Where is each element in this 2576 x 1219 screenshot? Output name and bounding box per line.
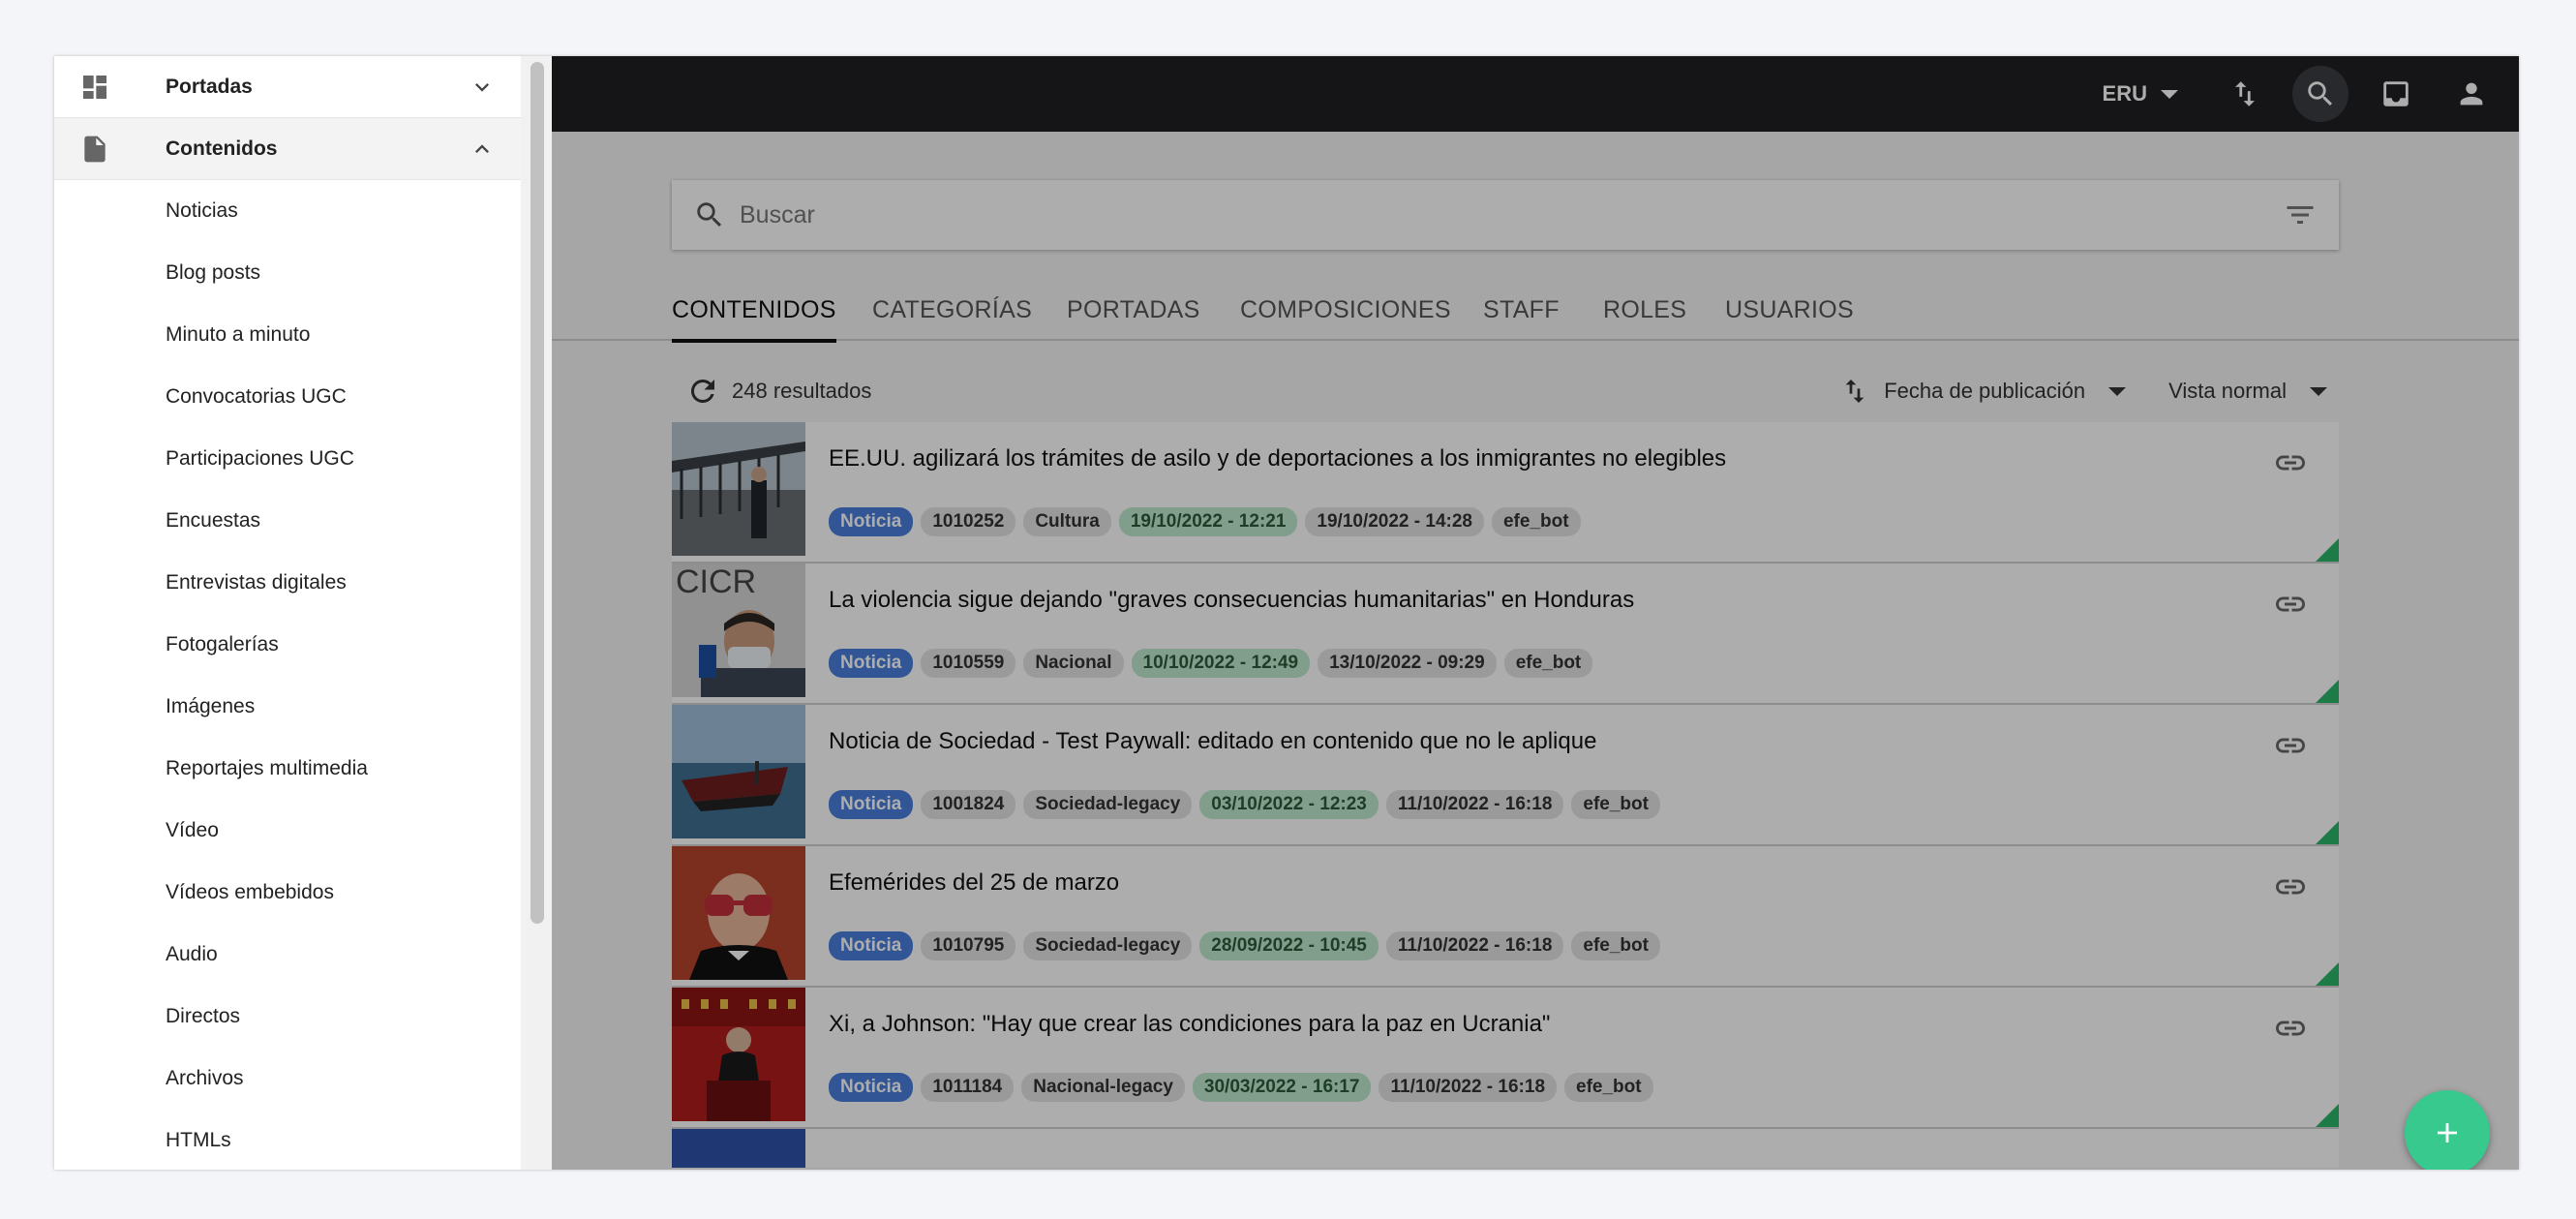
- document-icon: [84, 136, 106, 163]
- drawer-item-minuto-a-minuto[interactable]: Minuto a minuto: [54, 304, 521, 366]
- drawer-item-video[interactable]: Vídeo: [54, 800, 521, 862]
- drawer-item-directos[interactable]: Directos: [54, 986, 521, 1048]
- drawer-section-portadas[interactable]: Portadas: [54, 56, 521, 118]
- drawer-item-htmls[interactable]: HTMLs: [54, 1110, 521, 1170]
- drawer-item-videos-embebidos[interactable]: Vídeos embebidos: [54, 862, 521, 924]
- drawer-section-label: Contenidos: [166, 137, 278, 160]
- drawer-item-blog-posts[interactable]: Blog posts: [54, 242, 521, 304]
- drawer-scrollbar[interactable]: [521, 56, 552, 1170]
- drawer-item-reportajes-multimedia[interactable]: Reportajes multimedia: [54, 738, 521, 800]
- chevron-up-icon: [475, 144, 489, 153]
- add-content-button[interactable]: [2405, 1090, 2490, 1170]
- dashboard-icon: [83, 76, 106, 99]
- drawer-submenu: Noticias Blog posts Minuto a minuto Conv…: [54, 180, 521, 1170]
- chevron-down-icon: [475, 83, 489, 92]
- drawer-item-archivos[interactable]: Archivos: [54, 1048, 521, 1110]
- drawer-item-participaciones-ugc[interactable]: Participaciones UGC: [54, 428, 521, 490]
- navigation-drawer: Portadas Contenidos Noticias Blog posts …: [54, 56, 521, 1170]
- drawer-item-fotogalerias[interactable]: Fotogalerías: [54, 614, 521, 676]
- drawer-section-contenidos[interactable]: Contenidos: [54, 118, 521, 180]
- drawer-item-entrevistas-digitales[interactable]: Entrevistas digitales: [54, 552, 521, 614]
- plus-icon: [2438, 1123, 2457, 1143]
- drawer-item-noticias[interactable]: Noticias: [54, 180, 521, 242]
- drawer-item-encuestas[interactable]: Encuestas: [54, 490, 521, 552]
- drawer-item-audio[interactable]: Audio: [54, 924, 521, 986]
- drawer-item-imagenes[interactable]: Imágenes: [54, 676, 521, 738]
- drawer-item-convocatorias-ugc[interactable]: Convocatorias UGC: [54, 366, 521, 428]
- drawer-scrollbar-thumb[interactable]: [530, 62, 544, 924]
- drawer-section-label: Portadas: [166, 75, 253, 98]
- app-window: ERU CONTENIDOS CATEGORÍAS: [54, 56, 2519, 1170]
